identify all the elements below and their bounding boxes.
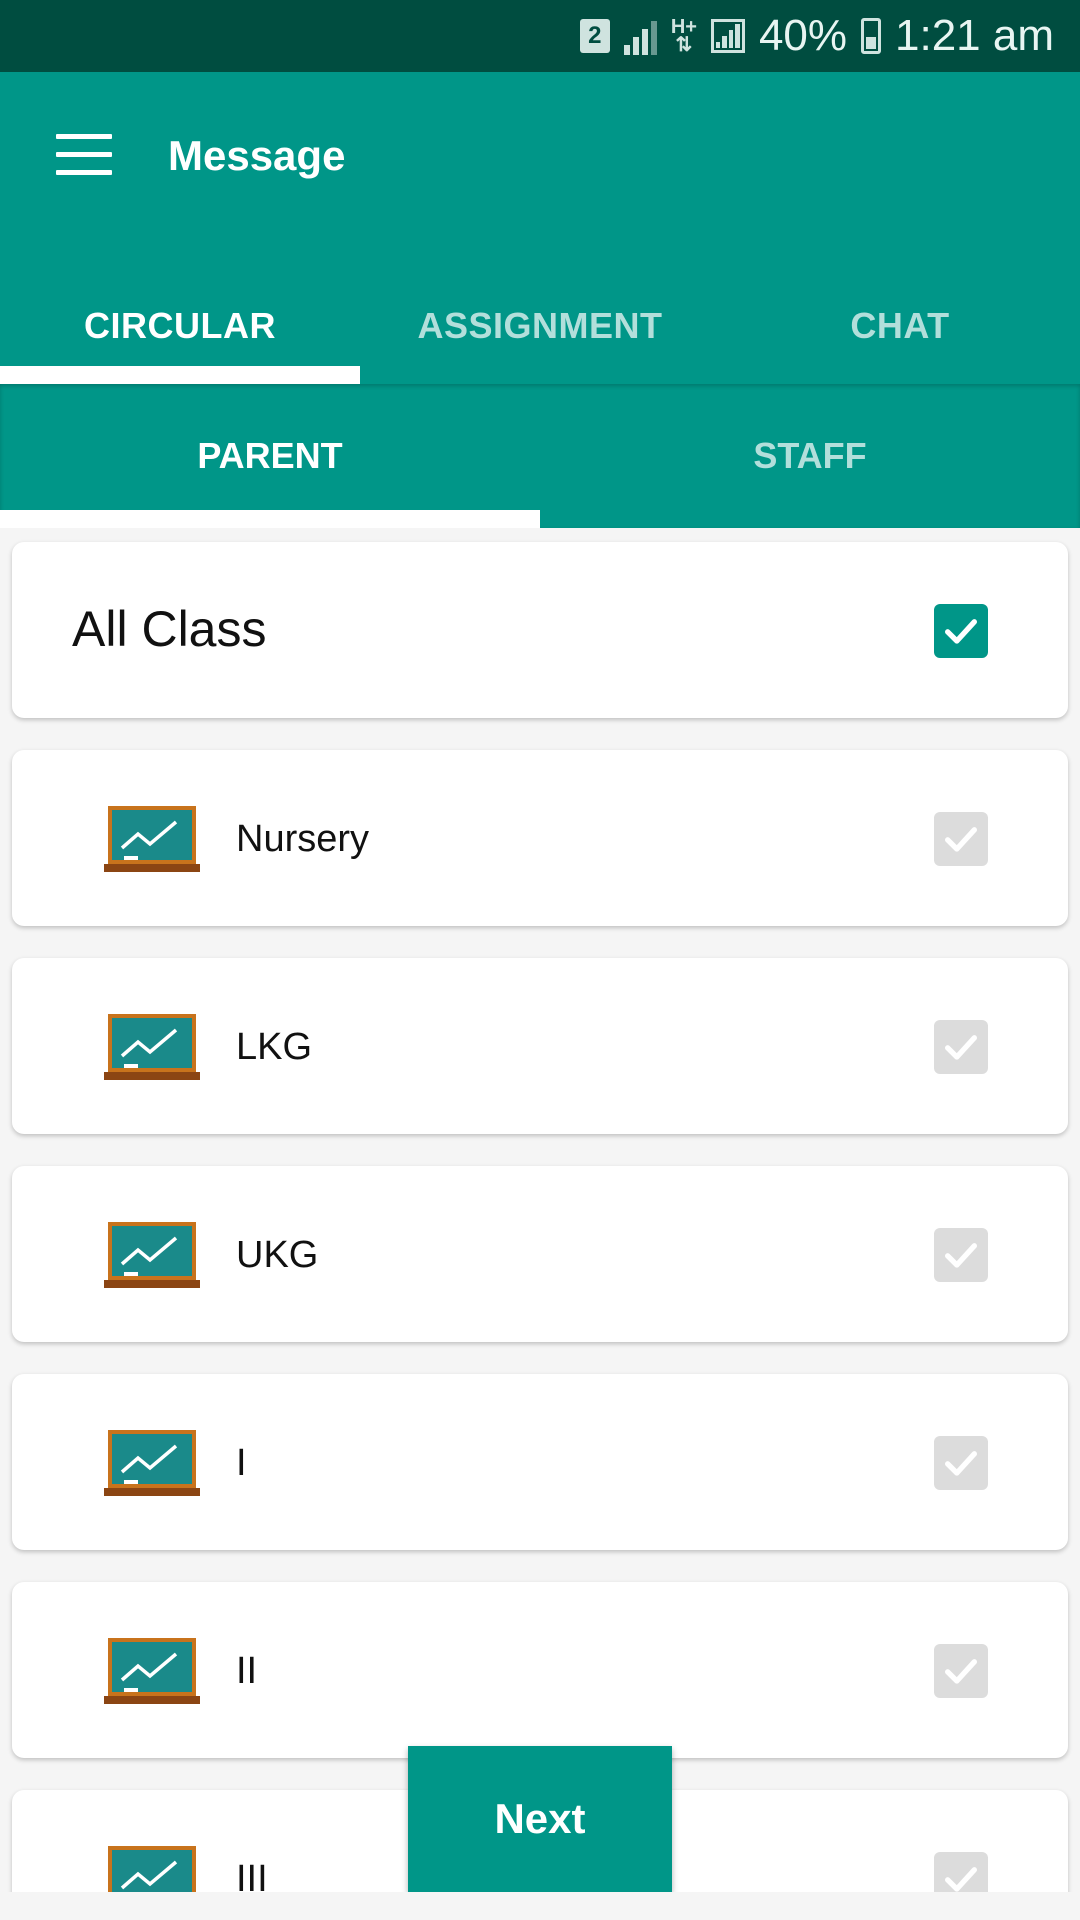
list-item[interactable]: I [12, 1374, 1068, 1550]
check-icon [945, 619, 977, 644]
class-name: II [236, 1650, 258, 1692]
tab-circular[interactable]: CIRCULAR [0, 267, 360, 384]
tab-staff[interactable]: STAFF [540, 384, 1080, 528]
class-checkbox[interactable] [934, 1436, 988, 1490]
class-name: I [236, 1442, 247, 1484]
chalkboard-icon [104, 1430, 200, 1496]
page-title: Message [168, 132, 346, 179]
class-checkbox[interactable] [934, 1228, 988, 1282]
recipient-tabs: PARENT STAFF [0, 384, 1080, 528]
chalkboard-icon [108, 1846, 196, 1892]
class-name: UKG [236, 1234, 319, 1276]
list-item[interactable]: LKG [12, 958, 1068, 1134]
all-class-card[interactable]: All Class [12, 542, 1068, 718]
check-icon [945, 1867, 977, 1892]
all-class-checkbox[interactable] [934, 604, 988, 658]
chalkboard-icon [104, 1638, 200, 1704]
class-name: Nursery [236, 818, 370, 860]
app-bar: Message CIRCULAR ASSIGNMENT CHAT [0, 72, 1080, 384]
tab-assignment[interactable]: ASSIGNMENT [360, 267, 720, 384]
signal-roaming-icon [623, 17, 657, 55]
bottom-edge [0, 1892, 1080, 1920]
chalkboard-icon [104, 1014, 200, 1080]
clock: 1:21 am [895, 11, 1054, 60]
class-checkbox[interactable] [934, 1852, 988, 1892]
check-icon [945, 1035, 977, 1060]
list-item[interactable]: UKG [12, 1166, 1068, 1342]
check-icon [945, 1243, 977, 1268]
battery-percent: 40% [758, 11, 848, 60]
chalkboard-icon [104, 1222, 200, 1288]
class-name: LKG [236, 1026, 313, 1068]
network-type-icon: H+ ⇅ [670, 16, 697, 56]
class-list: All Class Nursery LKG UKG I II III [0, 528, 1080, 1892]
class-name: III [236, 1858, 268, 1892]
battery-charging-icon [861, 18, 882, 54]
check-icon [945, 1451, 977, 1476]
chalkboard-icon [104, 806, 200, 872]
all-class-label: All Class [72, 601, 267, 657]
status-bar: 2 H+ ⇅ 40% 1:21 am [0, 0, 1080, 72]
check-icon [945, 1659, 977, 1684]
class-checkbox[interactable] [934, 812, 988, 866]
next-button[interactable]: Next [408, 1746, 672, 1892]
class-checkbox[interactable] [934, 1020, 988, 1074]
list-item[interactable]: Nursery [12, 750, 1068, 926]
main-tabs: CIRCULAR ASSIGNMENT CHAT [0, 267, 1080, 384]
tab-parent[interactable]: PARENT [0, 384, 540, 528]
sim-2-icon: 2 [579, 19, 610, 53]
signal-strength-icon [710, 19, 745, 53]
tab-chat[interactable]: CHAT [720, 267, 1080, 384]
hamburger-menu-icon[interactable] [56, 134, 112, 175]
class-checkbox[interactable] [934, 1644, 988, 1698]
list-item[interactable]: II [12, 1582, 1068, 1758]
check-icon [945, 827, 977, 852]
